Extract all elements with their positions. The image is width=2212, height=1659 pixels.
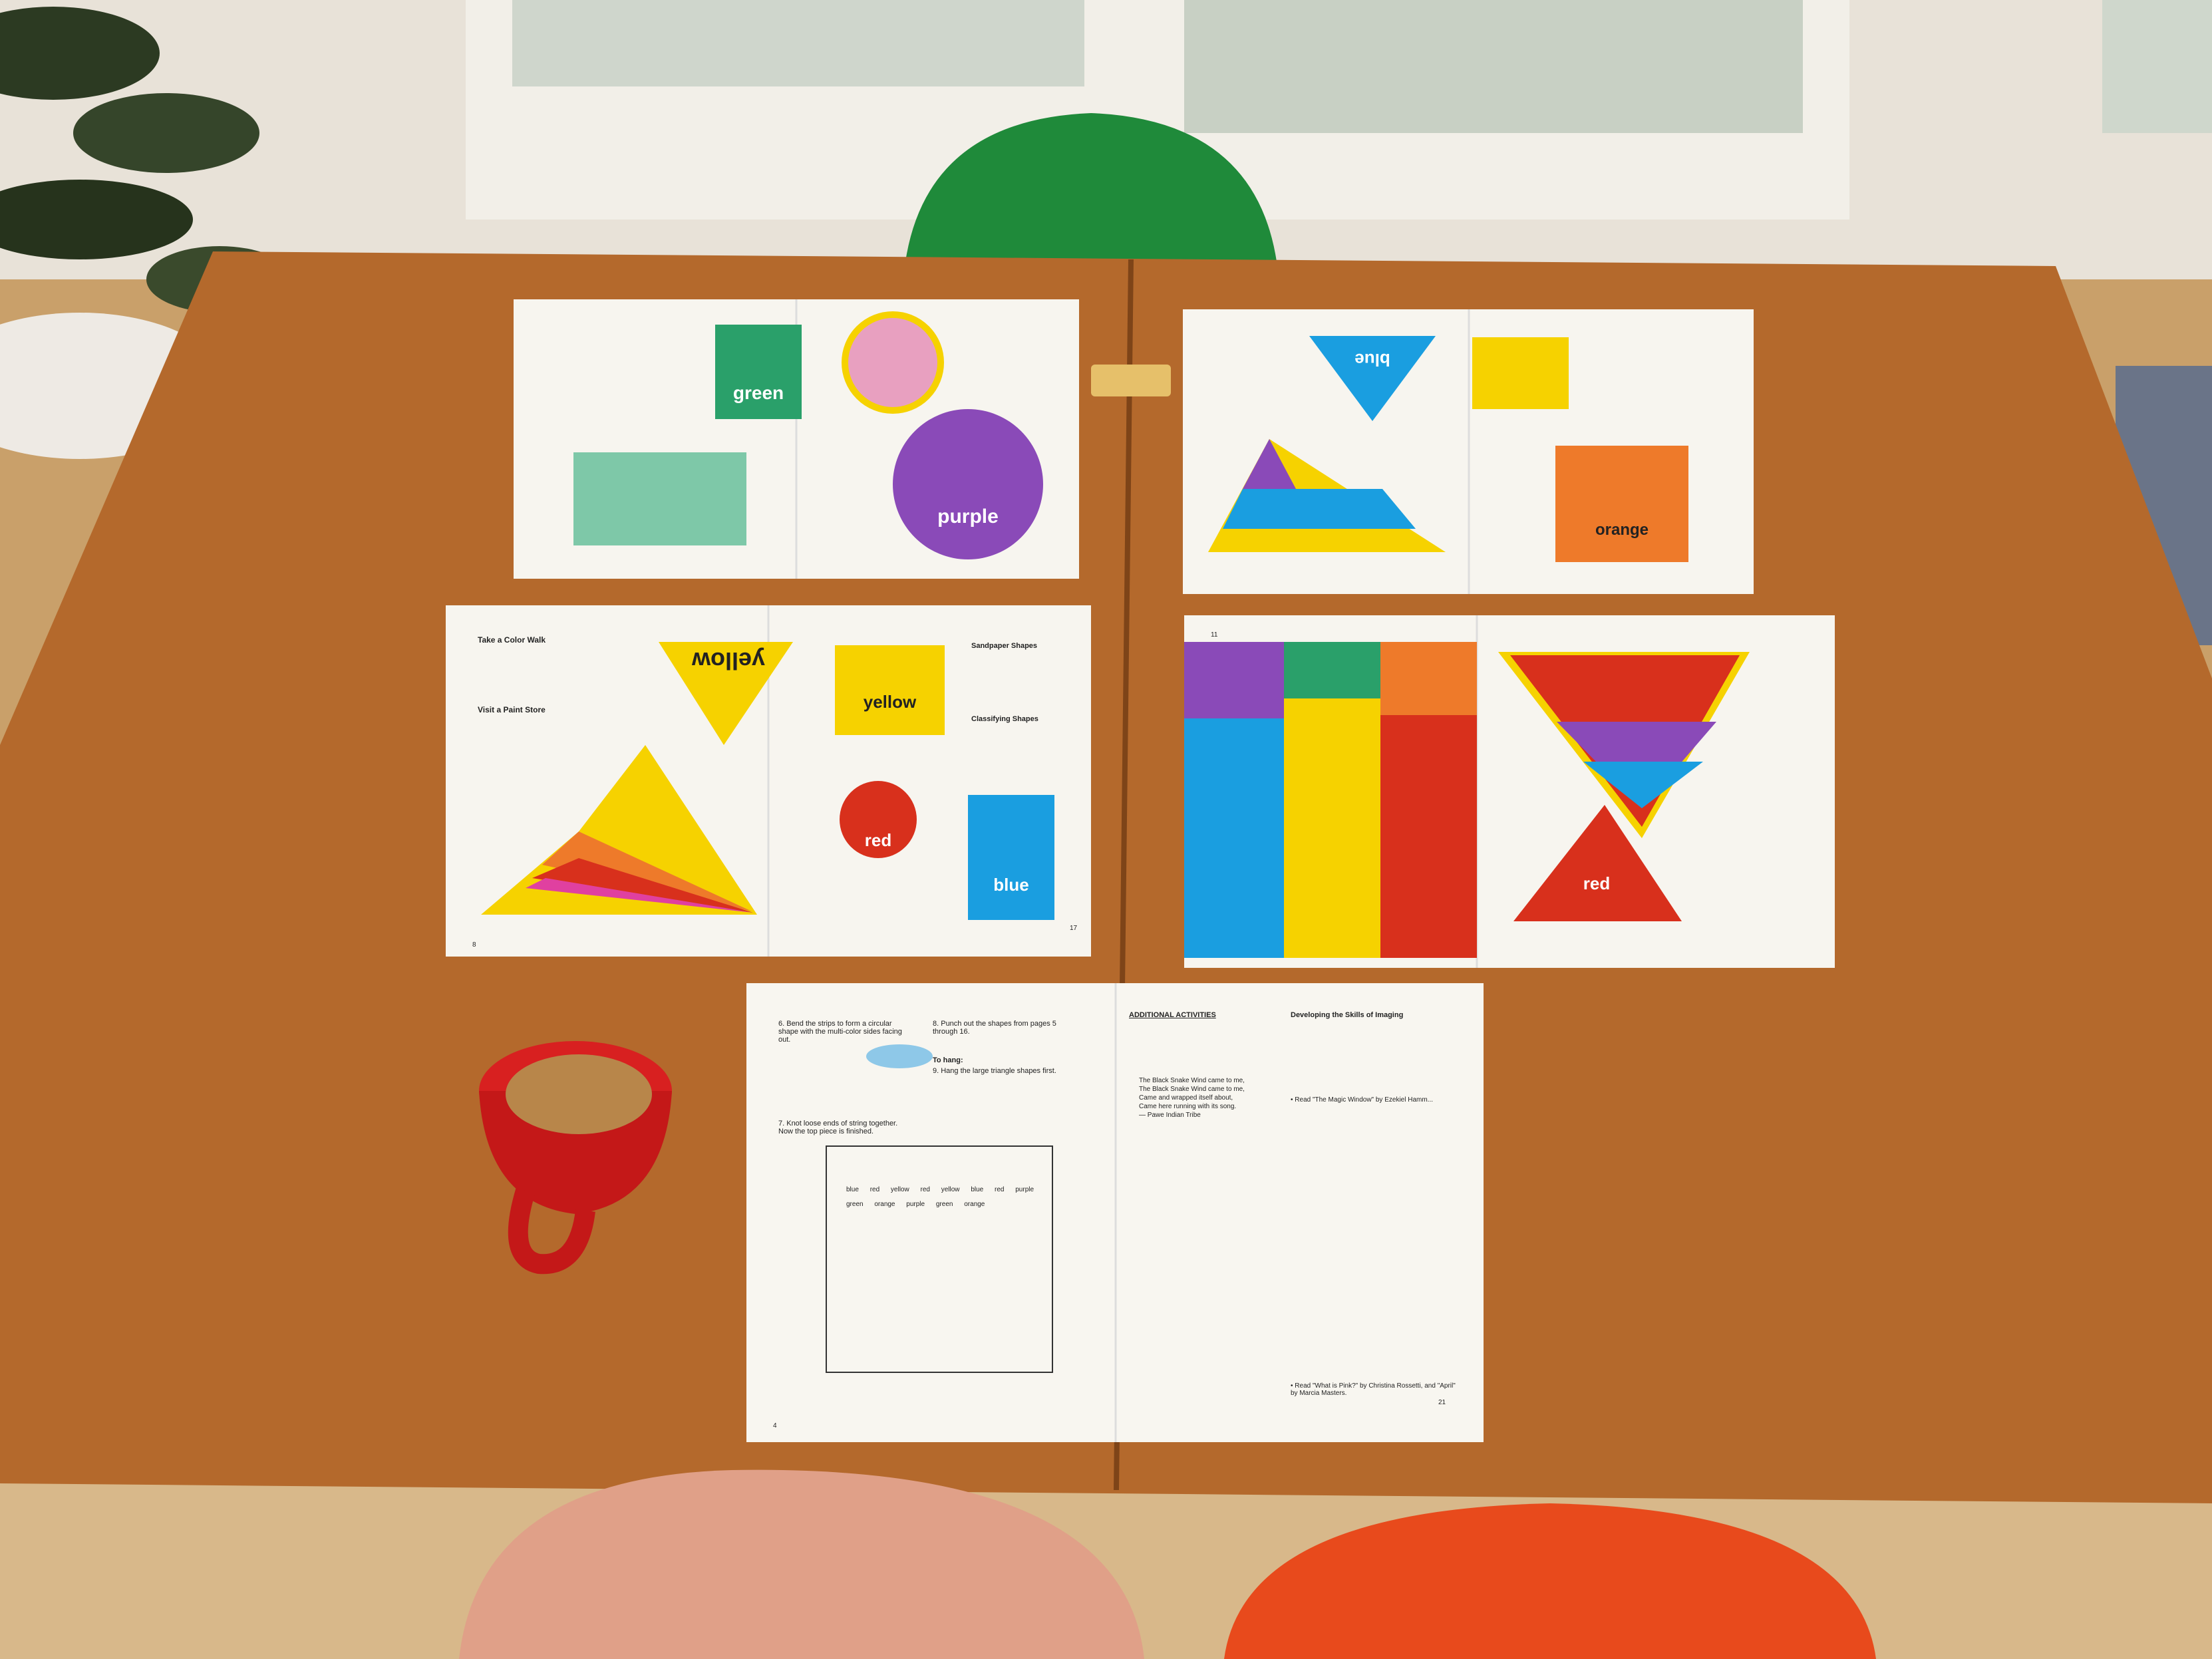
to-hang-heading: To hang: xyxy=(933,1056,963,1064)
step-6: 6. Bend the strips to form a circular sh… xyxy=(778,1020,902,1044)
booklet-bottom-art xyxy=(826,983,1117,1442)
booklet-top-right-art xyxy=(1208,309,1688,594)
booklet-top-left-art xyxy=(573,299,1043,579)
step-8: 8. Punch out the shapes from pages 5 thr… xyxy=(933,1020,1056,1036)
mobile-labels: blue red yellow red yellow blue red purp… xyxy=(846,1183,1046,1212)
poem-line: The Black Snake Wind came to me, xyxy=(1139,1077,1245,1084)
step-9: 9. Hang the large triangle shapes first. xyxy=(933,1067,1056,1075)
heading-color-walk: Take a Color Walk xyxy=(478,635,546,645)
mobile-label: yellow xyxy=(890,1186,909,1193)
mobile-label: blue xyxy=(971,1186,984,1193)
label-yellow-triangle: yellow xyxy=(691,647,766,675)
mobile-label: orange xyxy=(964,1201,985,1208)
booklet-top-left: green purple xyxy=(514,299,1079,579)
coffee-mug xyxy=(479,1041,672,1275)
reading-item-1: • Read "The Magic Window" by Ezekiel Ham… xyxy=(1291,1096,1434,1104)
heading-sandpaper: Sandpaper Shapes xyxy=(971,642,1038,650)
heading-paint-store: Visit a Paint Store xyxy=(478,705,546,714)
poem-line: The Black Snake Wind came to me, xyxy=(1139,1086,1245,1093)
mobile-label: red xyxy=(869,1186,880,1193)
label-blue-upside-down: blue xyxy=(1354,350,1390,370)
label-yellow-square: yellow xyxy=(863,692,917,712)
mobile-label: blue xyxy=(846,1186,859,1193)
label-red: red xyxy=(1583,873,1611,893)
mobile-label: purple xyxy=(1015,1186,1034,1193)
mobile-label: green xyxy=(935,1201,953,1208)
booklet-bottom: 6. Bend the strips to form a circular sh… xyxy=(746,983,1484,1442)
booklet-mid-right-art xyxy=(1184,615,1750,968)
mobile-label: yellow xyxy=(941,1186,960,1193)
mobile-label: purple xyxy=(906,1201,925,1208)
label-green: green xyxy=(732,382,784,403)
mobile-label: red xyxy=(995,1186,1005,1193)
page-number-right: 21 xyxy=(1438,1399,1446,1406)
booklet-mid-left: yellow yellow red blue Take a Color Walk… xyxy=(446,605,1091,957)
poem-line: Came and wrapped itself about, xyxy=(1139,1094,1233,1102)
page-number-left: 8 xyxy=(472,941,476,949)
heading-classifying: Classifying Shapes xyxy=(971,715,1038,723)
page-number-left: 4 xyxy=(773,1422,777,1430)
booklet-top-right: blue orange xyxy=(1183,309,1754,594)
bottom-chairs xyxy=(459,1469,1876,1659)
page-number-right: 17 xyxy=(1070,925,1078,932)
page-number-left: 11 xyxy=(1211,631,1218,639)
mobile-label: orange xyxy=(874,1201,895,1208)
heading-imaging: Developing the Skills of Imaging xyxy=(1291,1011,1404,1019)
label-red: red xyxy=(864,830,892,850)
label-blue: blue xyxy=(993,875,1029,895)
label-orange: orange xyxy=(1595,521,1649,539)
reading-item-2: • Read "What is Pink?" by Christina Ross… xyxy=(1291,1382,1456,1397)
poem-credit: — Pawe Indian Tribe xyxy=(1139,1112,1201,1119)
photo-scene: green purple blue orange yellow yellow r… xyxy=(0,0,2212,1659)
mobile-label: red xyxy=(920,1186,930,1193)
heading-additional-activities: ADDITIONAL ACTIVITIES xyxy=(1129,1011,1216,1019)
mobile-label: green xyxy=(846,1201,864,1208)
poem-line: Came here running with its song. xyxy=(1139,1103,1237,1110)
booklet-mid-right: red 11 xyxy=(1184,615,1835,968)
poem: The Black Snake Wind came to me, The Bla… xyxy=(1139,1076,1285,1120)
step-7: 7. Knot loose ends of string together. N… xyxy=(778,1120,898,1135)
label-purple: purple xyxy=(937,506,999,528)
